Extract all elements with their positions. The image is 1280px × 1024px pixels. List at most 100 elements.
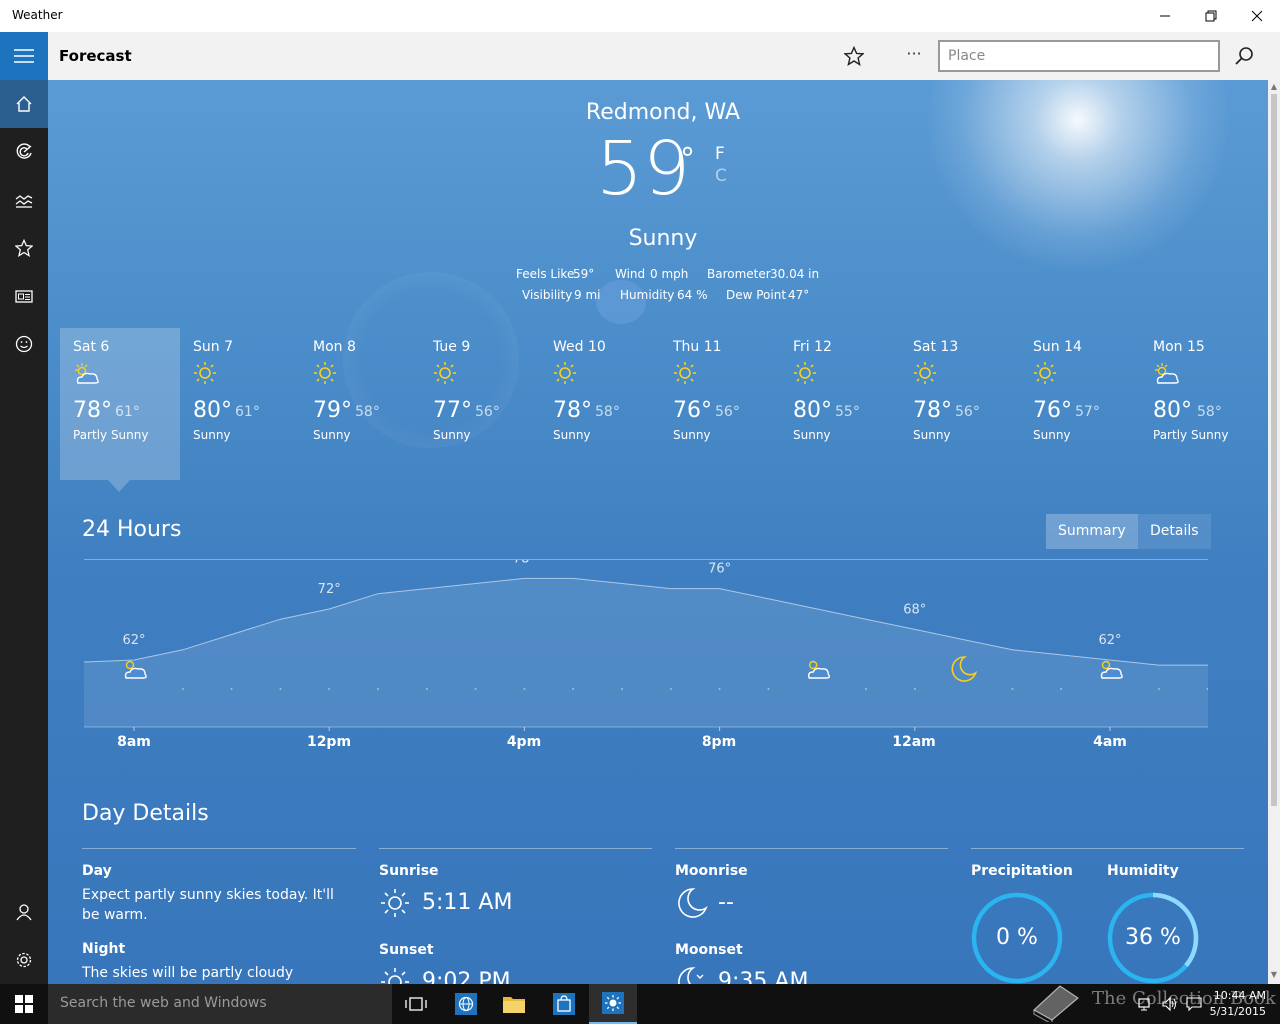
unit-celsius[interactable]: C [715, 166, 727, 186]
day-card[interactable]: Mon 15 80° 58° Partly Sunny [1140, 328, 1260, 480]
day-card[interactable]: Thu 11 76° 56° Sunny [660, 328, 780, 480]
home-icon [16, 96, 32, 112]
wind-value: 0 mph [650, 267, 689, 281]
sun-icon [554, 362, 576, 384]
sunrise-label: Sunrise [379, 863, 439, 879]
nav-forecast[interactable] [0, 80, 48, 128]
task-view-button[interactable] [392, 984, 440, 1024]
store-icon [553, 993, 575, 1015]
day-card[interactable]: Sun 7 80° 61° Sunny [180, 328, 300, 480]
smiley-icon [15, 335, 33, 353]
day-name: Wed 10 [553, 339, 606, 355]
day-card[interactable]: Mon 8 79° 58° Sunny [300, 328, 420, 480]
sunset-icon [381, 968, 409, 984]
close-icon [1251, 10, 1263, 22]
system-clock[interactable]: 10:44 AM 5/31/2015 [1206, 988, 1266, 1020]
nav-settings[interactable] [0, 936, 48, 984]
radar-icon [16, 143, 32, 159]
favorite-button[interactable] [840, 42, 868, 70]
vertical-scrollbar[interactable]: ▲ ▼ [1268, 80, 1280, 984]
hour-dot [377, 688, 379, 690]
day-high: 76° [1033, 398, 1072, 423]
scroll-down-arrow[interactable]: ▼ [1268, 970, 1280, 979]
day-details-title: Day Details [82, 801, 209, 826]
folder-icon [503, 997, 525, 1013]
restore-button[interactable] [1188, 0, 1234, 32]
minimize-button[interactable] [1142, 0, 1188, 32]
sun-icon [434, 362, 456, 384]
nav-places[interactable] [0, 224, 48, 272]
hour-dot [230, 688, 233, 690]
close-button[interactable] [1234, 0, 1280, 32]
search-button[interactable] [1230, 42, 1258, 70]
window-title: Weather [12, 8, 63, 22]
nav-account[interactable] [0, 888, 48, 936]
temperature-label: 78° [513, 560, 536, 566]
day-high: 78° [73, 398, 112, 423]
nav-maps[interactable] [0, 128, 48, 176]
day-condition: Sunny [913, 428, 951, 442]
sun-icon [674, 362, 696, 384]
volume-icon[interactable] [1162, 996, 1178, 1012]
current-temperature: 59 [596, 126, 691, 212]
temperature-label: 76° [708, 562, 731, 577]
taskbar: Search the web and Windows The Collectio… [0, 984, 1280, 1024]
book-logo-icon [1032, 985, 1079, 1022]
hour-dot [767, 688, 770, 690]
summary-tab[interactable]: Summary [1046, 514, 1138, 549]
taskbar-app-store[interactable] [540, 984, 588, 1024]
place-search-input[interactable] [938, 40, 1220, 72]
hour-dot [669, 688, 672, 690]
temperature-label: 62° [1098, 633, 1121, 648]
taskbar-search-box[interactable]: Search the web and Windows [48, 984, 392, 1024]
day-card[interactable]: Sat 6 78° 61° Partly Sunny [60, 328, 180, 480]
taskbar-app-weather[interactable] [589, 984, 637, 1024]
humidity-value: 64 % [677, 288, 708, 302]
action-center-icon[interactable] [1186, 996, 1202, 1012]
partly-sunny-icon [75, 363, 99, 384]
day-low: 56° [475, 404, 500, 420]
hour-dot [181, 688, 184, 690]
nav-news[interactable] [0, 272, 48, 320]
feels-like-label: Feels Like [516, 267, 575, 281]
day-card[interactable]: Tue 9 77° 56° Sunny [420, 328, 540, 480]
scroll-up-arrow[interactable]: ▲ [1268, 82, 1280, 91]
day-condition: Sunny [193, 428, 231, 442]
taskbar-app-explorer[interactable] [490, 984, 538, 1024]
more-options-button[interactable]: ··· [900, 42, 928, 70]
network-icon[interactable] [1138, 996, 1154, 1012]
day-card[interactable]: Sun 14 76° 57° Sunny [1020, 328, 1140, 480]
humidity-value: 36 % [1125, 925, 1181, 950]
moonrise-icon [678, 888, 708, 918]
day-card[interactable]: Wed 10 78° 58° Sunny [540, 328, 660, 480]
moonset-value: 9:35 AM [718, 969, 809, 984]
details-tab[interactable]: Details [1138, 514, 1211, 549]
nav-historical[interactable] [0, 176, 48, 224]
news-icon [15, 290, 33, 303]
scrollbar-thumb[interactable] [1271, 94, 1277, 806]
star-icon [15, 239, 33, 257]
taskbar-app-edge[interactable] [442, 984, 490, 1024]
day-low: 56° [715, 404, 740, 420]
hour-dot [1011, 688, 1014, 690]
hamburger-menu-button[interactable] [0, 32, 48, 80]
day-high: 78° [913, 398, 952, 423]
restore-icon [1205, 10, 1217, 22]
weather-app-icon [602, 992, 624, 1014]
day-name: Sat 6 [73, 339, 110, 355]
day-low: 58° [1197, 404, 1222, 420]
hour-dot [425, 688, 428, 690]
nav-feedback[interactable] [0, 320, 48, 368]
day-low: 58° [595, 404, 620, 420]
day-card[interactable]: Fri 12 80° 55° Sunny [780, 328, 900, 480]
day-card[interactable]: Sat 13 78° 56° Sunny [900, 328, 1020, 480]
tick-label: 12pm [306, 734, 352, 750]
day-name: Sun 7 [193, 339, 233, 355]
hour-dot [279, 688, 282, 690]
day-condition: Sunny [673, 428, 711, 442]
start-button[interactable] [0, 984, 48, 1024]
unit-fahrenheit[interactable]: F [715, 144, 725, 164]
section-divider [675, 848, 948, 849]
forecast-panel: Redmond, WA 59 ° F C Sunny Feels Like 59… [48, 80, 1268, 984]
day-name: Sun 14 [1033, 339, 1082, 355]
